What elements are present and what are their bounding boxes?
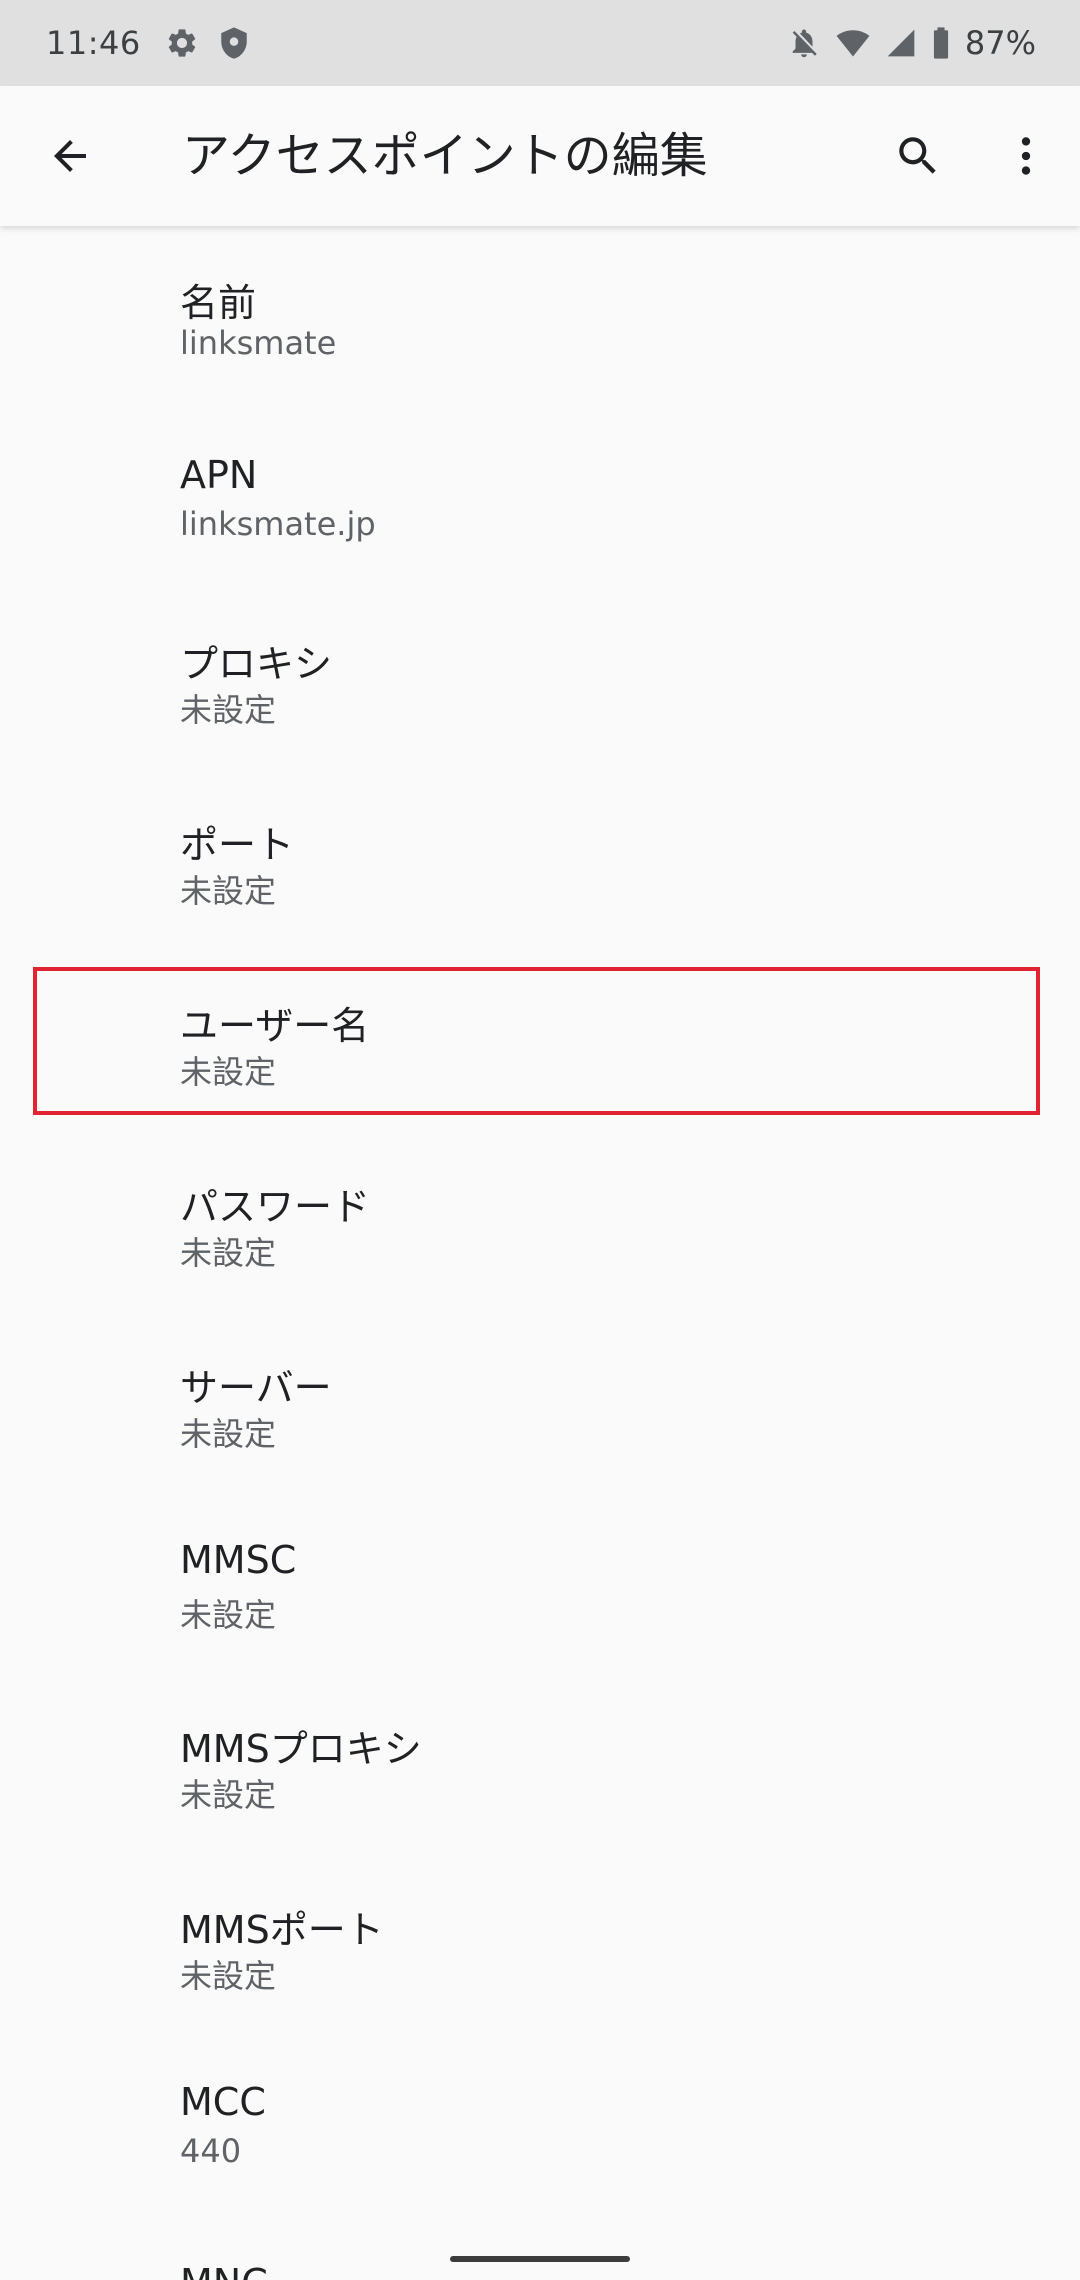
- pref-summary: 未設定: [180, 1234, 277, 1272]
- pref-proxy[interactable]: プロキシ 未設定: [0, 587, 1080, 768]
- status-left-icons: [165, 26, 251, 60]
- arrow-back-icon[interactable]: [40, 126, 100, 186]
- status-time: 11:46: [46, 24, 141, 62]
- bell-off-icon: [787, 26, 821, 60]
- pref-name[interactable]: 名前 linksmate: [0, 226, 1080, 407]
- pref-mms-proxy[interactable]: MMSプロキシ 未設定: [0, 1672, 1080, 1853]
- pref-title: ユーザー名: [180, 1004, 370, 1048]
- cell-signal-icon: [885, 26, 917, 60]
- pref-summary: 未設定: [180, 1415, 277, 1453]
- page-title: アクセスポイントの編集: [182, 128, 708, 184]
- pref-summary: linksmate: [180, 324, 337, 362]
- pref-mnc[interactable]: MNC: [0, 2215, 1080, 2280]
- pref-title: ポート: [180, 823, 295, 867]
- pref-title: MCC: [180, 2080, 266, 2124]
- pref-summary: 440: [180, 2132, 242, 2170]
- status-right-icons: 87%: [787, 24, 1036, 62]
- pref-summary: 未設定: [180, 1596, 277, 1634]
- pref-summary: 未設定: [180, 1776, 277, 1814]
- more-vert-icon[interactable]: [996, 126, 1056, 186]
- gear-icon: [165, 26, 199, 60]
- pref-title: パスワード: [180, 1185, 371, 1229]
- pref-title: サーバー: [180, 1366, 332, 1410]
- pref-mms-port[interactable]: MMSポート 未設定: [0, 1853, 1080, 2034]
- status-bar: 11:46 87%: [0, 0, 1080, 86]
- app-toolbar: アクセスポイントの編集: [0, 86, 1080, 226]
- pref-title: MMSC: [180, 1538, 297, 1582]
- pref-summary: linksmate.jp: [180, 505, 376, 543]
- shield-icon: [217, 26, 251, 60]
- pref-summary: 未設定: [180, 1053, 277, 1091]
- pref-title: MMSポート: [180, 1908, 384, 1952]
- pref-title: MNC: [180, 2261, 268, 2280]
- pref-server[interactable]: サーバー 未設定: [0, 1311, 1080, 1492]
- search-icon[interactable]: [888, 126, 948, 186]
- pref-title: MMSプロキシ: [180, 1727, 422, 1771]
- pref-password[interactable]: パスワード 未設定: [0, 1130, 1080, 1311]
- pref-title: プロキシ: [180, 642, 333, 686]
- pref-title: APN: [180, 453, 258, 497]
- pref-mmsc[interactable]: MMSC 未設定: [0, 1492, 1080, 1673]
- pref-apn[interactable]: APN linksmate.jp: [0, 407, 1080, 588]
- battery-icon: [931, 26, 951, 60]
- battery-percent: 87%: [964, 24, 1036, 62]
- wifi-icon: [835, 26, 871, 60]
- pref-summary: 未設定: [180, 691, 277, 729]
- pref-summary: 未設定: [180, 1957, 277, 1995]
- pref-port[interactable]: ポート 未設定: [0, 768, 1080, 949]
- pref-mcc[interactable]: MCC 440: [0, 2034, 1080, 2215]
- pref-summary: 未設定: [180, 872, 277, 910]
- pref-username[interactable]: ユーザー名 未設定: [0, 949, 1080, 1130]
- pref-title: 名前: [180, 281, 257, 325]
- gesture-nav-handle[interactable]: [450, 2256, 630, 2262]
